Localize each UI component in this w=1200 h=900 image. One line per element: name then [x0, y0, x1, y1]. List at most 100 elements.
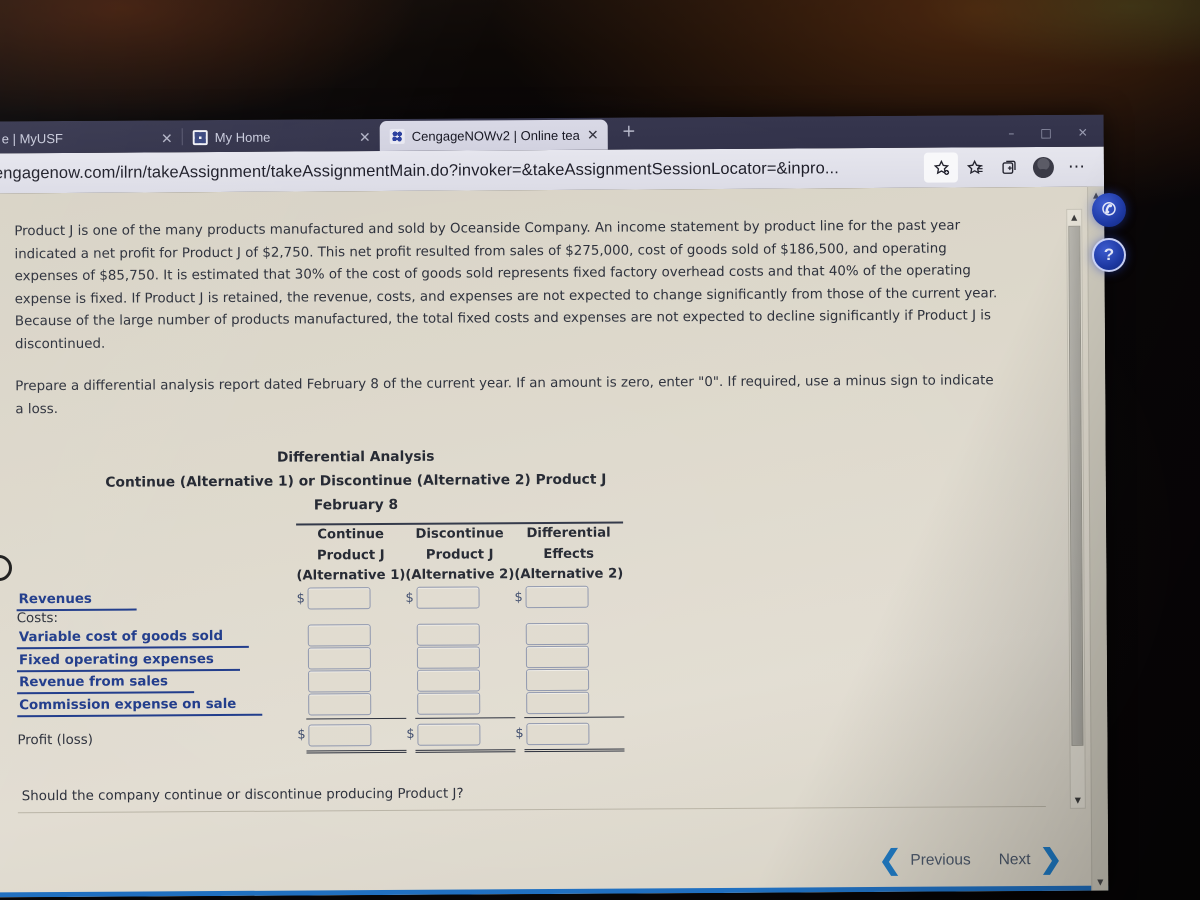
revenues-continue-input[interactable] — [307, 587, 371, 610]
costs-differential-cell: $ — [515, 622, 625, 715]
dollar-sign: $ — [515, 726, 524, 742]
cengage-favicon — [389, 128, 405, 144]
dollar-sign: $ — [296, 590, 305, 607]
add-favorite-icon[interactable] — [923, 152, 959, 183]
support-chat-icon[interactable]: ✆ — [1092, 193, 1126, 227]
collections-icon[interactable] — [992, 152, 1026, 182]
revenues-continue-cell: $ — [296, 586, 405, 610]
close-window-icon[interactable]: ✕ — [1078, 126, 1088, 140]
tab-my-home[interactable]: My Home ✕ — [183, 122, 380, 152]
favorites-icon[interactable] — [958, 152, 992, 182]
column-header-continue: Continue Product J (Alternative 1) — [296, 527, 406, 584]
browser-scroll-down-icon[interactable]: ▼ — [1092, 874, 1108, 891]
close-icon[interactable]: ✕ — [359, 129, 371, 145]
table-row: Revenues $ $ $ — [16, 585, 623, 612]
assignment-navigation: ❮ Previous Next ❯ — [878, 843, 1063, 875]
costs-continue-input-stack — [307, 624, 372, 716]
revenue-from-sales-differential-input[interactable] — [525, 668, 590, 692]
next-button[interactable]: Next ❯ — [998, 843, 1063, 875]
close-icon[interactable]: ✕ — [587, 127, 599, 143]
report-title-line3: February 8 — [313, 496, 399, 514]
costs-continue-cell: $ — [297, 624, 407, 716]
monitor-photo: e | MyUSF ✕ My Home ✕ CengageNOWv2 | Onl… — [0, 0, 1200, 900]
tab-myusf[interactable]: e | MyUSF ✕ — [0, 123, 182, 153]
profit-continue-cell: $ — [297, 723, 406, 746]
subtotal-rule — [415, 717, 516, 719]
row-label-variable-cogs: Variable cost of goods sold — [16, 625, 297, 650]
instructions-paragraph: Prepare a differential analysis report d… — [15, 373, 994, 417]
row-label-revenue-from-sales: Revenue from sales — [17, 670, 297, 695]
table-header-row: Continue Product J (Alternative 1) Disco… — [16, 524, 623, 589]
follow-up-question: Should the company continue or discontin… — [21, 786, 464, 804]
chevron-right-icon: ❯ — [1039, 843, 1063, 875]
fixed-operating-differential-input[interactable] — [525, 645, 589, 669]
commission-expense-continue-input[interactable] — [308, 693, 372, 716]
variable-cogs-differential-input[interactable] — [525, 622, 589, 646]
url-input[interactable]: engagenow.com/ilrn/takeAssignment/takeAs… — [0, 158, 924, 183]
settings-more-icon[interactable]: ⋯ — [1060, 152, 1094, 182]
revenues-differential-input[interactable] — [525, 585, 589, 609]
previous-button[interactable]: ❮ Previous — [878, 844, 971, 875]
revenue-from-sales-continue-input[interactable] — [308, 670, 372, 693]
subtotal-rule — [524, 716, 625, 719]
tab-cengagenow[interactable]: CengageNOWv2 | Online teachin ✕ — [379, 119, 608, 152]
total-double-rule — [524, 748, 625, 752]
table-total-row: Profit (loss) $ $ $ — [17, 722, 624, 748]
commission-expense-differential-input[interactable] — [526, 691, 590, 715]
previous-label: Previous — [910, 850, 971, 869]
dollar-sign: $ — [297, 727, 306, 743]
commission-expense-discontinue-input[interactable] — [417, 692, 481, 715]
maximize-icon[interactable]: □ — [1040, 126, 1051, 140]
scroll-up-icon[interactable]: ▲ — [1067, 210, 1081, 225]
variable-cogs-discontinue-input[interactable] — [416, 623, 480, 646]
column-header-differential: Differential Effects (Alternative 2) — [514, 525, 624, 583]
total-double-rule — [306, 749, 407, 753]
commission-expense-dropdown[interactable]: Commission expense on sale — [17, 696, 263, 718]
total-double-rule — [415, 748, 516, 753]
assignment-content: Product J is one of the many products ma… — [0, 187, 1068, 898]
row-label-profit-loss: Profit (loss) — [17, 732, 93, 748]
dollar-sign: $ — [405, 590, 414, 606]
chevron-left-icon: ❮ — [878, 844, 902, 875]
new-tab-button[interactable]: + — [608, 121, 648, 145]
profit-continue-input[interactable] — [308, 723, 372, 746]
costs-discontinue-cell: $ — [406, 623, 516, 715]
browser-scrollbar[interactable]: ▲ ▼ — [1087, 186, 1109, 891]
report-title: Differential Analysis Continue (Alternat… — [16, 443, 696, 519]
tab-title: CengageNOWv2 | Online teachin — [411, 127, 581, 144]
revenues-differential-cell: $ — [514, 585, 623, 609]
fixed-operating-continue-input[interactable] — [307, 647, 371, 670]
profit-discontinue-cell: $ — [406, 722, 515, 746]
tab-strip: e | MyUSF ✕ My Home ✕ CengageNOWv2 | Onl… — [0, 114, 1104, 154]
column-header-discontinue: Discontinue Product J (Alternative 2) — [405, 526, 515, 583]
variable-cogs-dropdown[interactable]: Variable cost of goods sold — [16, 628, 250, 650]
address-bar: engagenow.com/ilrn/takeAssignment/takeAs… — [0, 146, 1105, 194]
profit-differential-input[interactable] — [526, 722, 590, 745]
fixed-operating-discontinue-input[interactable] — [416, 646, 480, 669]
revenues-discontinue-input[interactable] — [416, 586, 480, 609]
row-label-fixed-operating: Fixed operating expenses — [16, 647, 297, 672]
minimize-icon[interactable]: – — [1008, 126, 1014, 140]
costs-discontinue-input-stack — [416, 623, 481, 715]
revenues-dropdown[interactable]: Revenues — [16, 591, 137, 612]
revenue-from-sales-dropdown[interactable]: Revenue from sales — [17, 674, 195, 695]
costs-differential-input-stack — [525, 622, 590, 715]
scrollbar-thumb[interactable] — [1068, 225, 1084, 746]
fixed-operating-dropdown[interactable]: Fixed operating expenses — [16, 651, 240, 672]
section-divider — [17, 805, 1046, 813]
revenues-discontinue-cell: $ — [405, 586, 514, 609]
profile-avatar[interactable] — [1026, 152, 1060, 182]
tab-title: My Home — [214, 129, 271, 146]
row-label-costs: Costs: — [16, 611, 58, 627]
revenue-from-sales-discontinue-input[interactable] — [416, 669, 481, 692]
differential-analysis-table: Continue Product J (Alternative 1) Disco… — [16, 521, 625, 755]
profit-discontinue-input[interactable] — [417, 722, 481, 746]
close-icon[interactable]: ✕ — [161, 130, 173, 146]
next-label: Next — [998, 850, 1031, 868]
help-icon[interactable]: ? — [1092, 238, 1126, 272]
content-scrollbar[interactable]: ▲ ▼ — [1066, 208, 1086, 809]
scroll-down-icon[interactable]: ▼ — [1071, 793, 1085, 808]
window-controls: – □ ✕ — [1008, 126, 1104, 148]
subtotal-rule — [306, 717, 407, 720]
variable-cogs-continue-input[interactable] — [307, 624, 371, 647]
